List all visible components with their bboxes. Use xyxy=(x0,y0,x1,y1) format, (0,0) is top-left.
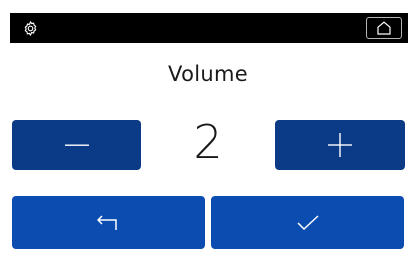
page-title: Volume xyxy=(168,62,248,86)
top-bar xyxy=(10,13,408,43)
decrease-volume-button[interactable] xyxy=(12,120,141,170)
checkmark-icon xyxy=(296,214,319,230)
volume-value: 2 xyxy=(193,115,223,169)
gear-icon[interactable] xyxy=(22,20,39,37)
increase-volume-button[interactable] xyxy=(275,120,405,170)
plus-icon xyxy=(328,133,352,157)
minus-icon xyxy=(64,144,89,146)
home-button[interactable] xyxy=(366,17,402,39)
home-icon xyxy=(377,21,391,35)
back-arrow-icon xyxy=(96,214,117,230)
confirm-button[interactable] xyxy=(211,196,404,249)
back-button[interactable] xyxy=(12,196,205,249)
